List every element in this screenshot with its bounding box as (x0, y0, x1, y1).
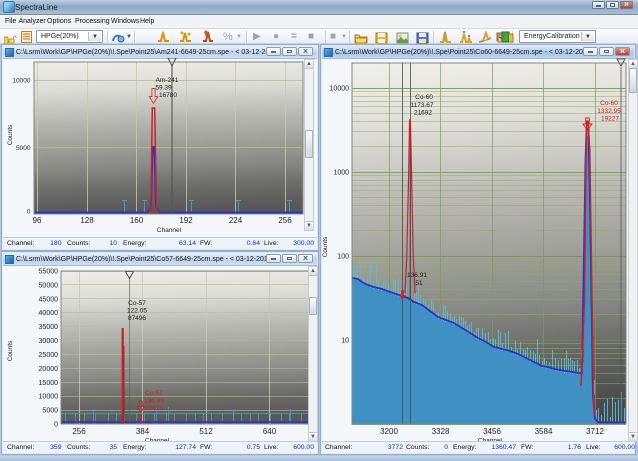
svg-text:10000: 10000 (12, 78, 30, 85)
svg-text:640: 640 (263, 427, 277, 436)
svg-text:160: 160 (130, 216, 144, 225)
svg-text:Am-241: Am-241 (156, 77, 179, 84)
svg-text:10000: 10000 (330, 86, 350, 93)
svg-text:Counts: Counts (7, 124, 14, 145)
svg-text:20000: 20000 (39, 366, 59, 373)
svg-text:136.91: 136.91 (407, 272, 427, 279)
svg-text:3712: 3712 (586, 427, 604, 436)
svg-text:30000: 30000 (39, 338, 59, 345)
svg-text:3200: 3200 (380, 427, 398, 436)
svg-text:256: 256 (278, 216, 292, 225)
svg-text:0: 0 (27, 209, 31, 216)
svg-text:256: 256 (72, 427, 86, 436)
svg-text:1000: 1000 (333, 170, 349, 177)
svg-text:384: 384 (136, 427, 150, 436)
svg-text:15000: 15000 (39, 380, 59, 387)
svg-text:Co-57: Co-57 (145, 390, 163, 397)
svg-text:10625: 10625 (145, 405, 163, 412)
svg-text:10: 10 (341, 338, 349, 345)
svg-text:136.45: 136.45 (144, 398, 164, 405)
svg-text:128: 128 (80, 216, 94, 225)
svg-text:96: 96 (33, 216, 42, 225)
svg-text:40000: 40000 (39, 310, 59, 317)
svg-text:3584: 3584 (535, 427, 553, 436)
svg-text:0: 0 (54, 422, 58, 429)
svg-text:45000: 45000 (39, 296, 59, 303)
svg-text:19227: 19227 (601, 116, 619, 123)
svg-text:1173.67: 1173.67 (410, 102, 433, 109)
svg-text:3456: 3456 (483, 427, 501, 436)
svg-text:Co-60: Co-60 (415, 94, 433, 101)
svg-text:122.05: 122.05 (127, 308, 147, 315)
svg-text:512: 512 (199, 427, 213, 436)
svg-text:51: 51 (415, 280, 423, 287)
svg-text:%: % (223, 31, 233, 42)
svg-text:Co-60: Co-60 (600, 100, 618, 107)
svg-text:Co-57: Co-57 (128, 300, 146, 307)
svg-text:1332.95: 1332.95 (597, 108, 621, 115)
svg-text:10000: 10000 (39, 394, 59, 401)
svg-text:3328: 3328 (432, 427, 450, 436)
svg-text:59.39: 59.39 (155, 85, 172, 92)
svg-text:5000: 5000 (42, 408, 58, 415)
svg-text:192: 192 (179, 216, 193, 225)
svg-text:50000: 50000 (39, 282, 59, 289)
svg-text:87496: 87496 (128, 315, 146, 322)
svg-text:25000: 25000 (39, 352, 59, 359)
svg-text:16780: 16780 (159, 92, 177, 99)
svg-text:Counts: Counts (322, 236, 329, 257)
svg-text:21692: 21692 (414, 110, 432, 117)
svg-text:100: 100 (337, 254, 349, 261)
svg-text:Counts: Counts (7, 340, 14, 361)
svg-text:Channel: Channel (157, 227, 182, 234)
svg-text:5000: 5000 (16, 145, 31, 152)
svg-text:35000: 35000 (39, 324, 59, 331)
svg-text:55000: 55000 (39, 269, 59, 276)
svg-text:224: 224 (229, 216, 243, 225)
